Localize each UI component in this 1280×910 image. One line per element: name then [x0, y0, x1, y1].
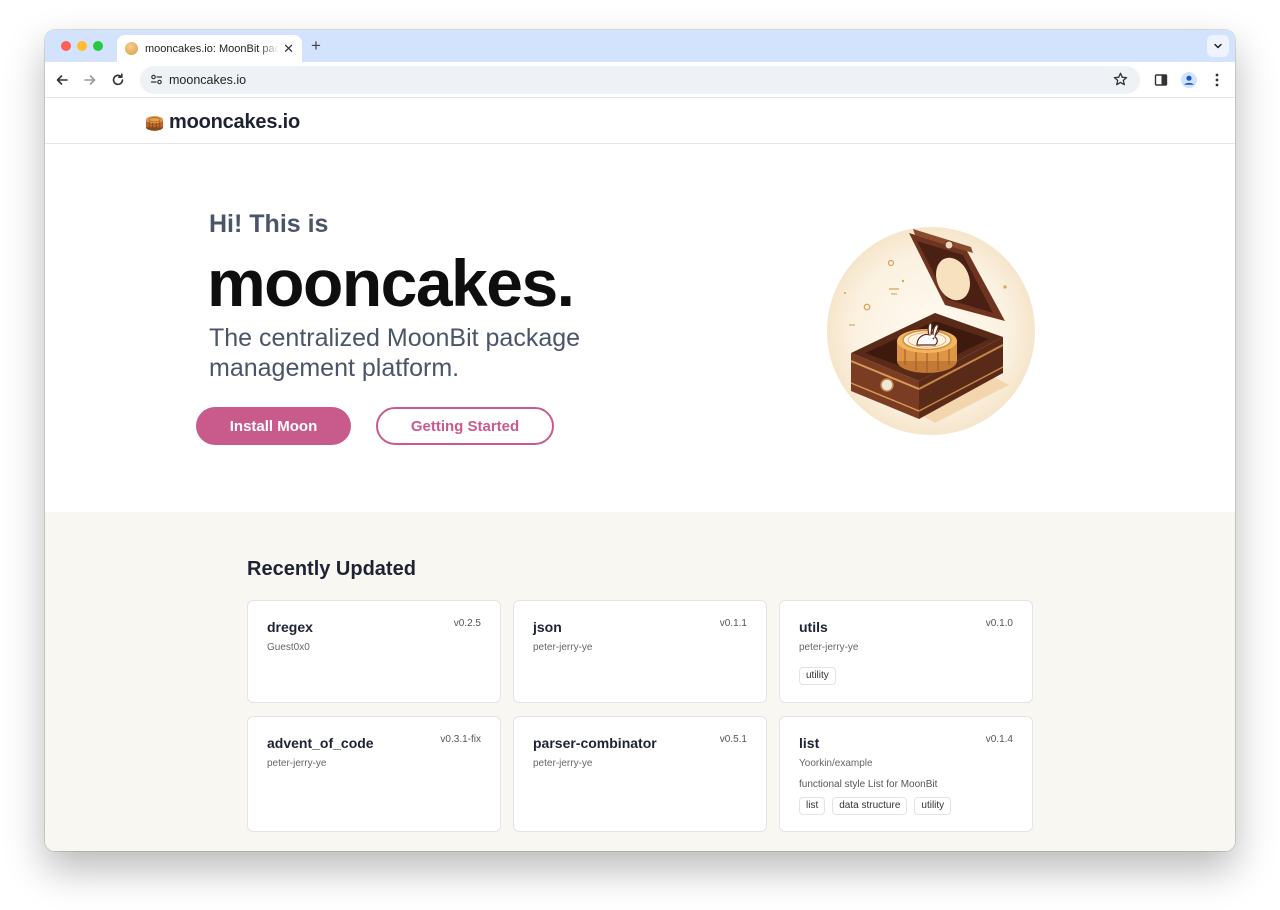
- site-logo-text: mooncakes.io: [169, 111, 300, 133]
- package-card-utils[interactable]: utils v0.1.0 peter-jerry-ye utility: [779, 600, 1033, 703]
- side-panel-button[interactable]: [1151, 70, 1171, 90]
- tag-utility[interactable]: utility: [799, 667, 836, 685]
- new-tab-button[interactable]: +: [311, 36, 321, 56]
- package-tags: utility: [799, 667, 836, 685]
- tab-close-icon[interactable]: ✕: [283, 42, 294, 55]
- mooncake-box-illustration: [827, 227, 1035, 435]
- maximize-window-button[interactable]: [93, 41, 103, 51]
- back-button[interactable]: [52, 70, 72, 90]
- close-window-button[interactable]: [61, 41, 71, 51]
- hero-subtitle: The centralized MoonBit package manageme…: [209, 324, 581, 382]
- address-bar[interactable]: mooncakes.io: [140, 66, 1140, 94]
- mooncake-favicon-icon: [125, 42, 138, 55]
- reload-button[interactable]: [108, 70, 128, 90]
- forward-arrow-icon: [84, 75, 96, 85]
- recently-updated-section: Recently Updated dregex v0.2.5 Guest0x0 …: [45, 512, 1235, 851]
- tag-utility[interactable]: utility: [914, 797, 952, 815]
- page-content: mooncakes.io Hi! This is mooncakes. The …: [45, 99, 1235, 851]
- forward-button[interactable]: [80, 70, 100, 90]
- package-version: v0.1.0: [985, 618, 1013, 629]
- package-tags: list data structure utility: [799, 797, 952, 815]
- package-author: peter-jerry-ye: [267, 758, 327, 769]
- site-logo-link[interactable]: mooncakes.io: [145, 111, 300, 134]
- hero-title: mooncakes.: [207, 246, 575, 320]
- more-menu-button[interactable]: [1207, 70, 1227, 90]
- browser-toolbar: mooncakes.io: [45, 62, 1235, 98]
- section-title: Recently Updated: [247, 558, 416, 580]
- side-panel-icon: [1154, 74, 1168, 86]
- package-version: v0.5.1: [719, 734, 747, 745]
- bookmark-star-icon[interactable]: [1113, 72, 1128, 87]
- package-author: Guest0x0: [267, 642, 310, 653]
- profile-button[interactable]: [1179, 70, 1199, 90]
- package-name: utils: [799, 619, 828, 635]
- site-settings-icon[interactable]: [150, 73, 163, 86]
- tab-title: mooncakes.io: MoonBit package: [145, 42, 279, 55]
- hero-pre-title: Hi! This is: [209, 210, 329, 238]
- browser-window: mooncakes.io: MoonBit package ✕ +: [45, 30, 1235, 851]
- package-name: list: [799, 735, 820, 751]
- package-name: json: [533, 619, 562, 635]
- package-card-list[interactable]: list v0.1.4 Yoorkin/example functional s…: [779, 716, 1033, 832]
- package-name: advent_of_code: [267, 735, 374, 751]
- browser-tab[interactable]: mooncakes.io: MoonBit package ✕: [117, 35, 302, 62]
- getting-started-button[interactable]: Getting Started: [376, 407, 554, 445]
- back-arrow-icon: [56, 75, 68, 85]
- package-author: Yoorkin/example: [799, 758, 873, 769]
- package-card-dregex[interactable]: dregex v0.2.5 Guest0x0: [247, 600, 501, 703]
- minimize-window-button[interactable]: [77, 41, 87, 51]
- tab-search-button[interactable]: [1207, 35, 1229, 57]
- package-card-parser-combinator[interactable]: parser-combinator v0.5.1 peter-jerry-ye: [513, 716, 767, 832]
- package-version: v0.1.4: [985, 734, 1013, 745]
- package-name: parser-combinator: [533, 735, 657, 751]
- package-author: peter-jerry-ye: [799, 642, 859, 653]
- package-card-advent-of-code[interactable]: advent_of_code v0.3.1-fix peter-jerry-ye: [247, 716, 501, 832]
- package-author: peter-jerry-ye: [533, 642, 593, 653]
- profile-icon: [1181, 72, 1197, 88]
- install-moon-button[interactable]: Install Moon: [196, 407, 351, 445]
- mooncake-logo-icon: [145, 116, 164, 131]
- hero-section: Hi! This is mooncakes. The centralized M…: [45, 145, 1235, 512]
- package-version: v0.2.5: [453, 618, 481, 629]
- more-menu-icon: [1215, 73, 1219, 87]
- url-text: mooncakes.io: [169, 73, 247, 87]
- package-card-json[interactable]: json v0.1.1 peter-jerry-ye: [513, 600, 767, 703]
- package-description: functional style List for MoonBit: [799, 779, 938, 790]
- reload-icon: [112, 73, 124, 86]
- package-author: peter-jerry-ye: [533, 758, 593, 769]
- tag-data-structure[interactable]: data structure: [832, 797, 908, 815]
- tag-list[interactable]: list: [799, 797, 826, 815]
- site-header: mooncakes.io: [45, 99, 1235, 144]
- package-version: v0.1.1: [719, 618, 747, 629]
- package-name: dregex: [267, 619, 313, 635]
- chevron-down-icon: [1214, 43, 1222, 49]
- tab-strip: mooncakes.io: MoonBit package ✕ +: [45, 30, 1235, 62]
- package-version: v0.3.1-fix: [440, 734, 481, 745]
